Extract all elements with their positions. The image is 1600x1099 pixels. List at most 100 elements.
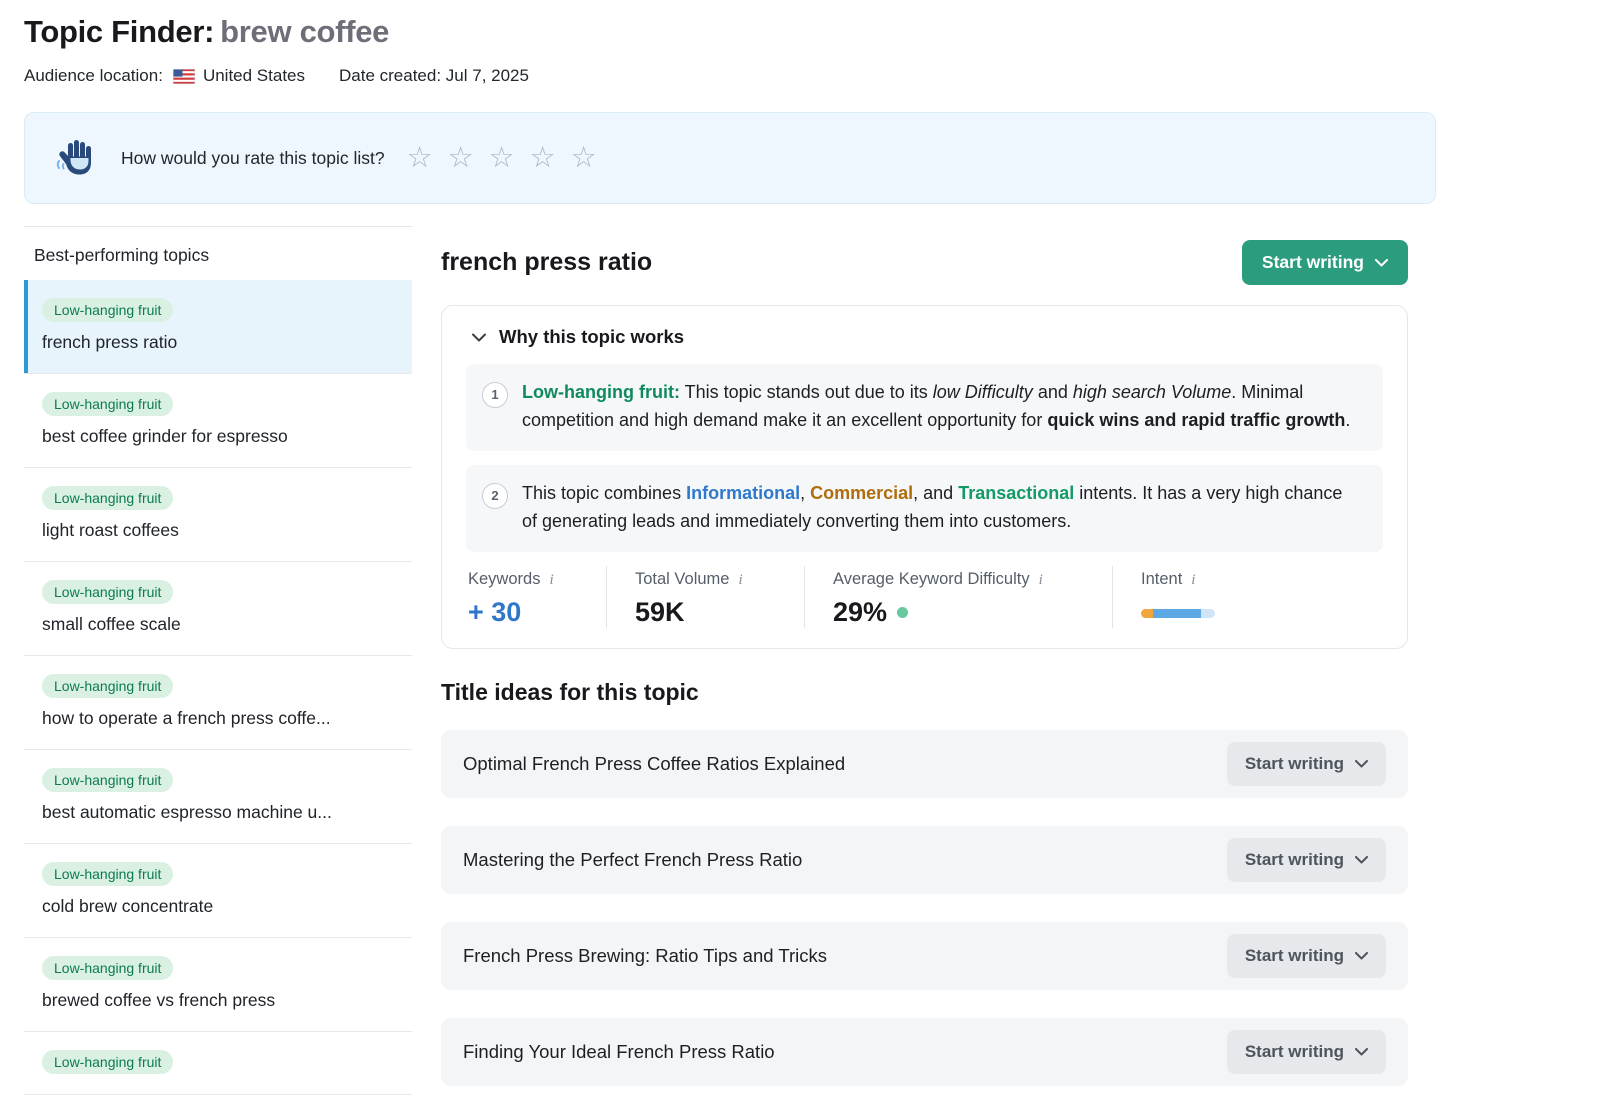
chevron-down-icon — [1355, 1048, 1368, 1056]
intent-other-segment — [1201, 609, 1215, 618]
topic-item-label: best coffee grinder for espresso — [42, 426, 398, 447]
start-writing-label: Start writing — [1262, 252, 1364, 273]
meta-row: Audience location: United States Date cr… — [24, 66, 1436, 86]
point-number-badge: 2 — [482, 483, 508, 509]
chevron-down-icon — [1355, 952, 1368, 960]
stat-volume-value: 59K — [635, 597, 780, 628]
title-idea-text: Optimal French Press Coffee Ratios Expla… — [463, 753, 845, 775]
info-icon[interactable]: i — [1039, 572, 1043, 589]
chevron-down-icon — [1375, 259, 1388, 267]
star-icon[interactable]: ☆ — [448, 144, 474, 173]
start-writing-idea-button[interactable]: Start writing — [1227, 1030, 1386, 1074]
rating-banner: How would you rate this topic list? ☆ ☆ … — [24, 112, 1436, 204]
stat-volume-label: Total Volume i — [635, 570, 780, 589]
star-icon[interactable]: ☆ — [407, 144, 433, 173]
stat-keywords-label: Keywords i — [468, 570, 582, 589]
why-point-2-text: This topic combines Informational, Comme… — [522, 480, 1361, 536]
title-idea-text: Finding Your Ideal French Press Ratio — [463, 1041, 775, 1063]
star-icon[interactable]: ☆ — [571, 144, 597, 173]
start-writing-button[interactable]: Start writing — [1242, 240, 1408, 285]
topic-item-best-coffee-grinder[interactable]: Low-hanging fruit best coffee grinder fo… — [24, 374, 412, 468]
low-hanging-fruit-badge: Low-hanging fruit — [42, 580, 173, 604]
title-idea-row: Mastering the Perfect French Press Ratio… — [441, 826, 1408, 894]
stat-keywords-value: + 30 — [468, 597, 582, 628]
stat-keyword-difficulty: Average Keyword Difficulty i 29% — [804, 566, 1112, 628]
audience-location-value: United States — [203, 66, 305, 86]
title-idea-row: French Press Brewing: Ratio Tips and Tri… — [441, 922, 1408, 990]
topic-item-label: small coffee scale — [42, 614, 398, 635]
page-title: Topic Finder:brew coffee — [24, 14, 1436, 50]
stat-difficulty-label: Average Keyword Difficulty i — [833, 570, 1088, 589]
us-flag-icon — [173, 69, 195, 84]
low-hanging-fruit-badge: Low-hanging fruit — [42, 674, 173, 698]
topic-item-label: cold brew concentrate — [42, 896, 398, 917]
stat-total-volume: Total Volume i 59K — [606, 566, 804, 628]
page-title-prefix: Topic Finder: — [24, 14, 214, 49]
waving-hand-icon — [55, 136, 95, 180]
why-topic-works-card: Why this topic works 1 Low-hanging fruit… — [441, 305, 1408, 649]
date-created: Date created: Jul 7, 2025 — [339, 66, 529, 86]
star-icon[interactable]: ☆ — [530, 144, 556, 173]
chevron-down-icon — [1355, 760, 1368, 768]
low-hanging-fruit-badge: Low-hanging fruit — [42, 862, 173, 886]
point-number-badge: 1 — [482, 382, 508, 408]
topic-detail-panel: french press ratio Start writing Why thi… — [412, 226, 1436, 1099]
topic-item-label: brewed coffee vs french press — [42, 990, 398, 1011]
topic-item-brewed-vs-french-press[interactable]: Low-hanging fruit brewed coffee vs frenc… — [24, 938, 412, 1032]
info-icon[interactable]: i — [549, 572, 553, 589]
topic-item-cold-brew-concentrate[interactable]: Low-hanging fruit cold brew concentrate — [24, 844, 412, 938]
why-topic-works-header: Why this topic works — [466, 326, 1383, 348]
topic-item-label: light roast coffees — [42, 520, 398, 541]
title-idea-row: Finding Your Ideal French Press Ratio St… — [441, 1018, 1408, 1086]
title-idea-text: Mastering the Perfect French Press Ratio — [463, 849, 802, 871]
low-hanging-fruit-badge: Low-hanging fruit — [42, 956, 173, 980]
start-writing-label: Start writing — [1245, 946, 1344, 966]
topic-item-automatic-espresso-machine[interactable]: Low-hanging fruit best automatic espress… — [24, 750, 412, 844]
title-idea-row: Optimal French Press Coffee Ratios Expla… — [441, 730, 1408, 798]
why-point-2: 2 This topic combines Informational, Com… — [466, 465, 1383, 552]
low-hanging-fruit-badge: Low-hanging fruit — [42, 486, 173, 510]
low-hanging-fruit-badge: Low-hanging fruit — [42, 1050, 173, 1074]
content-columns: Best-performing topics Low-hanging fruit… — [24, 226, 1436, 1099]
topic-detail-header: french press ratio Start writing — [441, 240, 1408, 285]
topic-item-operate-french-press[interactable]: Low-hanging fruit how to operate a frenc… — [24, 656, 412, 750]
intent-informational-segment — [1153, 609, 1201, 618]
start-writing-label: Start writing — [1245, 850, 1344, 870]
topic-item-light-roast-coffees[interactable]: Low-hanging fruit light roast coffees — [24, 468, 412, 562]
start-writing-label: Start writing — [1245, 754, 1344, 774]
topic-item-french-press-ratio[interactable]: Low-hanging fruit french press ratio — [24, 280, 412, 374]
topic-item-small-coffee-scale[interactable]: Low-hanging fruit small coffee scale — [24, 562, 412, 656]
chevron-down-icon — [1355, 856, 1368, 864]
title-ideas-heading: Title ideas for this topic — [441, 679, 1408, 706]
info-icon[interactable]: i — [1191, 572, 1195, 589]
why-point-1: 1 Low-hanging fruit: This topic stands o… — [466, 364, 1383, 451]
low-hanging-fruit-badge: Low-hanging fruit — [42, 298, 173, 322]
why-point-1-text: Low-hanging fruit: This topic stands out… — [522, 379, 1361, 435]
rating-question: How would you rate this topic list? — [121, 148, 385, 169]
sidebar-title: Best-performing topics — [24, 227, 412, 280]
star-icon[interactable]: ☆ — [489, 144, 515, 173]
topic-finder-page: Topic Finder:brew coffee Audience locati… — [24, 0, 1436, 1099]
stat-keywords: Keywords i + 30 — [466, 566, 606, 628]
start-writing-idea-button[interactable]: Start writing — [1227, 934, 1386, 978]
topic-item-label: best automatic espresso machine u... — [42, 802, 398, 823]
intent-distribution-bar — [1141, 609, 1215, 618]
rating-stars: ☆ ☆ ☆ ☆ ☆ — [407, 144, 597, 173]
topic-item-label: how to operate a french press coffe... — [42, 708, 398, 729]
start-writing-idea-button[interactable]: Start writing — [1227, 742, 1386, 786]
topic-item-partial[interactable]: Low-hanging fruit — [24, 1032, 412, 1095]
audience-location-label: Audience location: — [24, 66, 163, 86]
stat-difficulty-value: 29% — [833, 597, 1088, 628]
topics-sidebar: Best-performing topics Low-hanging fruit… — [24, 226, 412, 1095]
topic-stats-row: Keywords i + 30 Total Volume i 59K — [466, 566, 1383, 628]
start-writing-idea-button[interactable]: Start writing — [1227, 838, 1386, 882]
why-topic-works-title: Why this topic works — [499, 326, 684, 348]
collapse-chevron-icon[interactable] — [472, 333, 486, 342]
info-icon[interactable]: i — [738, 572, 742, 589]
intent-commercial-segment — [1141, 609, 1153, 618]
difficulty-level-dot — [897, 607, 908, 618]
topic-item-label: french press ratio — [42, 332, 398, 353]
page-title-query: brew coffee — [220, 14, 389, 49]
title-idea-text: French Press Brewing: Ratio Tips and Tri… — [463, 945, 827, 967]
topic-detail-title: french press ratio — [441, 248, 652, 277]
